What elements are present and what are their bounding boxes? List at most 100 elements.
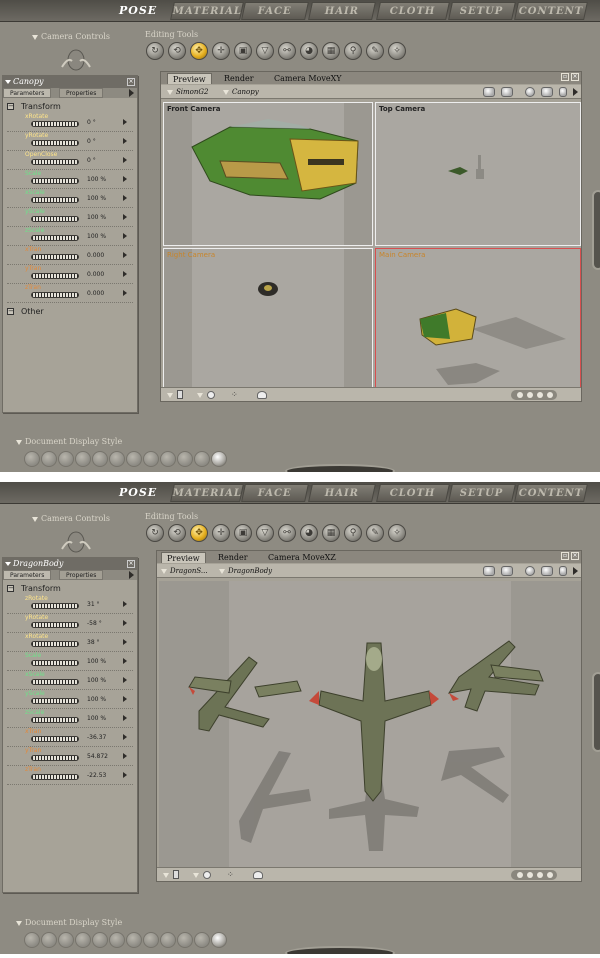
quad-viewport[interactable]: Front Camera Top Camera Right Camera Mai… [163,102,581,388]
param-value[interactable]: 100 % [87,696,106,703]
tab-hair[interactable]: HAIR [308,2,376,20]
morph-brush-icon[interactable]: ✎ [366,524,384,542]
collapse-icon[interactable]: − [7,308,14,315]
camera-hand-icon[interactable] [58,45,94,75]
render-style-icon[interactable] [483,566,495,576]
tab-content[interactable]: CONTENT [514,2,588,20]
param-menu-arrow-icon[interactable] [123,119,127,125]
display-style-button[interactable] [160,932,176,948]
param-menu-arrow-icon[interactable] [123,639,127,645]
panel-menu-arrow-icon[interactable] [129,571,134,579]
color-tool-icon[interactable]: ◕ [300,42,318,60]
param-menu-arrow-icon[interactable] [123,233,127,239]
param-menu-arrow-icon[interactable] [123,252,127,258]
param-menu-arrow-icon[interactable] [123,138,127,144]
panel-menu-arrow-icon[interactable] [129,89,134,97]
param-row[interactable]: yTran 0.000 [3,265,137,284]
param-value[interactable]: -36.37 [87,734,106,741]
side-tray-handle[interactable] [592,672,600,752]
dots-icon[interactable]: ⁘ [231,390,243,400]
param-menu-arrow-icon[interactable] [123,157,127,163]
translate-tool-icon[interactable]: ✥ [190,42,208,60]
display-style-button[interactable] [41,451,57,467]
tab-preview[interactable]: Preview [167,73,212,84]
camera-controls-label[interactable]: Camera Controls [32,32,110,41]
tab-parameters[interactable]: Parameters [3,570,52,580]
param-value[interactable]: 0 ° [87,119,96,126]
rotate-tool-icon[interactable]: ↻ [146,524,164,542]
display-style-button[interactable] [41,932,57,948]
param-row[interactable]: zScale 100 % [3,709,137,728]
tab-parameters[interactable]: Parameters [3,88,52,98]
param-dial[interactable] [31,679,79,685]
param-row[interactable]: yTran 54.872 [3,747,137,766]
param-row[interactable]: xTran 0.000 [3,246,137,265]
close-icon[interactable]: × [571,73,579,81]
display-style-button[interactable] [75,451,91,467]
param-row[interactable]: yScale 100 % [3,208,137,227]
translate-in-out-tool-icon[interactable]: ✛ [212,524,230,542]
param-value[interactable]: 0.000 [87,252,104,259]
param-value[interactable]: 100 % [87,195,106,202]
param-row[interactable]: xRotate 0 ° [3,113,137,132]
param-value[interactable]: 0.000 [87,290,104,297]
page-icon[interactable] [177,390,183,399]
group-transform[interactable]: − Transform [3,101,137,113]
tab-setup[interactable]: SETUP [448,2,516,20]
param-dial[interactable] [31,603,79,609]
view-front-camera[interactable]: Front Camera [163,102,373,246]
tab-render[interactable]: Render [219,73,259,84]
param-menu-arrow-icon[interactable] [123,601,127,607]
param-menu-arrow-icon[interactable] [123,620,127,626]
tab-preview[interactable]: Preview [161,552,206,563]
direct-manipulation-icon[interactable]: ✧ [388,42,406,60]
param-value[interactable]: 0 ° [87,157,96,164]
param-dial[interactable] [31,140,79,146]
view-top-camera[interactable]: Top Camera [375,102,581,246]
chevron-down-icon[interactable] [163,873,169,878]
param-value[interactable]: 100 % [87,658,106,665]
maximize-icon[interactable]: ▫ [561,552,569,560]
camera-icon[interactable] [541,566,553,576]
param-menu-arrow-icon[interactable] [123,176,127,182]
tab-cloth[interactable]: CLOTH [376,2,450,20]
close-icon[interactable]: × [127,78,135,86]
render-compare-icon[interactable] [501,566,513,576]
page-icon[interactable] [173,870,179,879]
display-style-button[interactable] [126,932,142,948]
param-menu-arrow-icon[interactable] [123,271,127,277]
param-dial[interactable] [31,254,79,260]
param-dial[interactable] [31,717,79,723]
depth-icon[interactable] [559,87,567,97]
collapse-icon[interactable]: − [7,585,14,592]
camera-hand-icon[interactable] [58,527,94,557]
param-row[interactable]: yScale 100 % [3,690,137,709]
tab-hair[interactable]: HAIR [308,484,376,502]
render-style-icon[interactable] [483,87,495,97]
group-transform[interactable]: − Transform [3,583,137,595]
display-style-button-active[interactable] [211,932,227,948]
light-icon[interactable] [525,566,535,576]
display-style-button[interactable] [92,451,108,467]
param-row[interactable]: yRotate -58 ° [3,614,137,633]
param-menu-arrow-icon[interactable] [123,753,127,759]
figure-select[interactable]: DragonS... [161,565,208,577]
view-magnifier-icon[interactable]: ⚲ [344,42,362,60]
param-dial[interactable] [31,216,79,222]
param-row[interactable]: xScale 100 % [3,671,137,690]
param-row[interactable]: zRotate 31 ° [3,595,137,614]
param-menu-arrow-icon[interactable] [123,715,127,721]
param-row[interactable]: Scale 100 % [3,170,137,189]
param-dial[interactable] [31,698,79,704]
param-dial[interactable] [31,159,79,165]
sphere-icon[interactable] [207,391,215,399]
param-value[interactable]: 0.000 [87,271,104,278]
tab-setup[interactable]: SETUP [448,484,516,502]
sphere-icon[interactable] [203,871,211,879]
camera-controls-label[interactable]: Camera Controls [32,514,110,523]
panel-title[interactable]: Canopy × [3,76,137,88]
chain-break-tool-icon[interactable]: ⚯ [278,42,296,60]
render-compare-icon[interactable] [501,87,513,97]
chain-break-tool-icon[interactable]: ⚯ [278,524,296,542]
chevron-down-icon[interactable] [193,873,199,878]
